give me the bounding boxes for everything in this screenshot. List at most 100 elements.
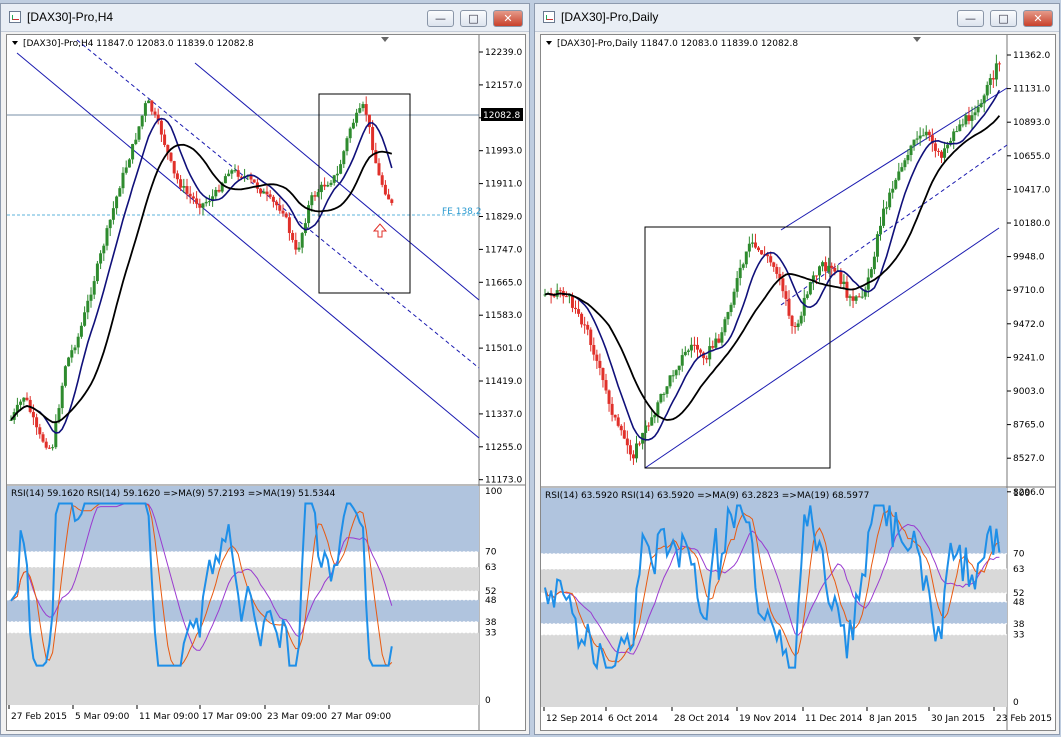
- window-title: [DAX30]-Pro,Daily: [561, 10, 659, 24]
- candle-body: [882, 208, 886, 226]
- chart-window-daily[interactable]: [DAX30]-Pro,Daily — □ ✕ [DAX30]-Pro,Dail…: [534, 3, 1060, 735]
- candle-body: [897, 171, 901, 180]
- candle-body: [589, 329, 593, 346]
- ma-slow-line: [544, 115, 1001, 421]
- candle-body: [351, 122, 355, 129]
- chart-header-text: [DAX30]-Pro,H4 11847.0 12083.0 11839.0 1…: [23, 39, 254, 49]
- candle-body: [204, 201, 208, 204]
- rsi-tick-label: 63: [485, 563, 496, 573]
- price-tick-label: 9948.0: [1013, 253, 1045, 263]
- price-tick-label: 11665.0: [485, 278, 522, 288]
- candle-body: [35, 417, 39, 428]
- candle-body: [275, 201, 279, 206]
- candle-body: [738, 267, 742, 279]
- price-tick-label: 11255.0: [485, 443, 522, 453]
- chart-canvas[interactable]: [DAX30]-Pro,H4 11847.0 12083.0 11839.0 1…: [7, 35, 525, 730]
- candle-body: [249, 175, 253, 180]
- price-tick-label: 11173.0: [485, 476, 522, 486]
- date-tick-label: 30 Jan 2015: [931, 714, 985, 724]
- candle-body: [287, 217, 291, 233]
- window-titlebar[interactable]: [DAX30]-Pro,H4 — □ ✕: [1, 4, 529, 32]
- candle-body: [665, 386, 669, 394]
- candle-body: [860, 296, 864, 298]
- candle-body: [92, 281, 96, 295]
- date-tick-label: 8 Jan 2015: [869, 714, 917, 724]
- candle-body: [696, 344, 699, 350]
- candle-body: [574, 307, 577, 310]
- candle-body: [720, 332, 724, 343]
- candle-body: [316, 192, 320, 197]
- candle-body: [744, 251, 748, 265]
- candle-body: [358, 108, 362, 113]
- candle-body: [339, 164, 343, 174]
- candle-body: [297, 247, 301, 250]
- candle-body: [656, 402, 660, 415]
- candle-body: [159, 120, 163, 135]
- candle-body: [41, 434, 45, 442]
- chart-canvas[interactable]: [DAX30]-Pro,Daily 11847.0 12083.0 11839.…: [541, 35, 1055, 730]
- chart-window-h4[interactable]: [DAX30]-Pro,H4 — □ ✕ [DAX30]-Pro,H4 1184…: [0, 3, 530, 735]
- candle-body: [662, 393, 666, 395]
- candle-body: [108, 219, 112, 229]
- maximize-button[interactable]: □: [460, 10, 487, 27]
- candle-body: [313, 195, 317, 197]
- price-tick-label: 9472.0: [1013, 320, 1045, 330]
- candle-body: [644, 425, 648, 433]
- chart-area[interactable]: [DAX30]-Pro,Daily 11847.0 12083.0 11839.…: [540, 34, 1056, 731]
- candle-body: [833, 267, 837, 272]
- candle-body: [982, 95, 986, 104]
- candle-body: [802, 297, 806, 316]
- candle-body: [909, 145, 913, 156]
- candle-body: [958, 124, 962, 132]
- candle-body: [924, 131, 928, 136]
- maximize-button[interactable]: □: [990, 10, 1017, 27]
- window-titlebar[interactable]: [DAX30]-Pro,Daily — □ ✕: [535, 4, 1059, 32]
- price-tick-label: 9710.0: [1013, 286, 1045, 296]
- candle-body: [99, 253, 103, 264]
- candle-body: [772, 262, 776, 267]
- candle-body: [979, 103, 983, 108]
- price-tick-label: 11993.0: [485, 147, 522, 157]
- candle-body: [726, 312, 730, 320]
- candle-body: [9, 419, 13, 421]
- ma-slow-line: [10, 143, 393, 424]
- candle-body: [900, 167, 904, 172]
- candle-body: [323, 184, 327, 187]
- chart-app-icon: [9, 11, 21, 23]
- candle-body: [595, 354, 599, 361]
- candle-body: [22, 397, 26, 402]
- candle-body: [230, 170, 234, 174]
- highlight-box: [644, 226, 831, 469]
- candle-body: [991, 78, 995, 80]
- close-button[interactable]: ✕: [1023, 10, 1053, 27]
- candle-body: [342, 151, 346, 165]
- candle-body: [570, 295, 574, 308]
- price-tick-label: 11419.0: [485, 377, 522, 387]
- close-button[interactable]: ✕: [493, 10, 523, 27]
- ma-fast-line: [10, 117, 393, 434]
- chart-header-text: [DAX30]-Pro,Daily 11847.0 12083.0 11839.…: [557, 39, 798, 49]
- candle-body: [137, 126, 141, 140]
- candle-body: [885, 207, 889, 209]
- minimize-button[interactable]: —: [957, 10, 984, 27]
- candle-body: [284, 213, 288, 218]
- candle-body: [903, 160, 907, 168]
- price-tick-label: 11583.0: [485, 311, 522, 321]
- date-tick-label: 11 Mar 09:00: [139, 712, 199, 722]
- candle-body: [140, 115, 144, 127]
- candle-body: [936, 150, 940, 152]
- candle-body: [604, 380, 608, 391]
- candle-body: [294, 239, 298, 250]
- candle-body: [723, 319, 727, 333]
- price-tick-label: 9241.0: [1013, 353, 1045, 363]
- candle-body: [894, 179, 898, 189]
- candle-body: [383, 184, 387, 195]
- candle-body: [888, 192, 892, 208]
- rsi-tick-label: 38: [1013, 620, 1025, 630]
- chart-area[interactable]: [DAX30]-Pro,H4 11847.0 12083.0 11839.0 1…: [6, 34, 526, 731]
- candle-body: [625, 438, 629, 446]
- candle-body: [857, 296, 861, 298]
- minimize-button[interactable]: —: [427, 10, 454, 27]
- candle-body: [147, 100, 151, 104]
- candle-body: [564, 296, 568, 298]
